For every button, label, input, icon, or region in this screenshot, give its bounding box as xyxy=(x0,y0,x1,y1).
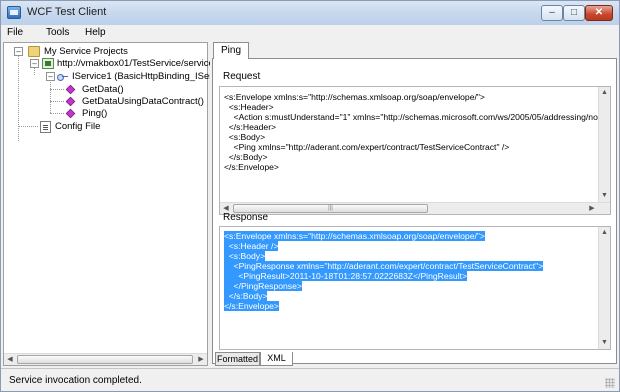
tree-connector xyxy=(50,89,64,90)
close-icon: ✕ xyxy=(594,7,604,18)
scroll-thumb[interactable] xyxy=(17,355,193,364)
service-tree[interactable]: – My Service Projects – http://vmakbox01… xyxy=(3,42,229,366)
request-horizontal-scrollbar[interactable]: ◀ ||| ▶ xyxy=(220,202,610,214)
response-xml-line: </s:Envelope> xyxy=(224,301,279,311)
tree-connector xyxy=(50,101,64,102)
scroll-down-icon[interactable]: ▼ xyxy=(599,190,610,202)
tree-label: Ping() xyxy=(82,108,108,119)
app-window: WCF Test Client – □ ✕ File Tools Help – … xyxy=(0,0,620,392)
minimize-button[interactable]: – xyxy=(541,5,563,21)
title-bar[interactable]: WCF Test Client – □ ✕ xyxy=(1,1,619,25)
tree-horizontal-scrollbar[interactable]: ◀ ▶ xyxy=(4,353,207,365)
tree-label: Config File xyxy=(55,121,101,132)
request-xml-line: <s:Envelope xmlns:s="http://schemas.xmls… xyxy=(224,92,485,102)
scroll-down-icon[interactable]: ▼ xyxy=(599,337,610,349)
service-icon xyxy=(42,58,54,69)
tree-connector xyxy=(18,126,38,127)
selected-text: <s:Header /> xyxy=(224,241,279,251)
scroll-left-icon[interactable]: ◀ xyxy=(4,354,16,365)
ping-panel: Ping Request <s:Envelope xmlns:s="http:/… xyxy=(210,42,619,366)
resize-grip-icon[interactable] xyxy=(605,378,615,388)
collapse-icon[interactable]: – xyxy=(14,47,23,56)
selected-text: </s:Body> xyxy=(224,291,268,301)
response-xml-line: <PingResult>2011-10-18T01:28:57.0222683Z… xyxy=(224,271,468,281)
menu-tools[interactable]: Tools xyxy=(46,27,69,38)
tree-connector xyxy=(50,113,64,114)
request-xml-line: </s:Body> xyxy=(224,152,268,162)
status-bar: Service invocation completed. xyxy=(1,368,619,391)
menu-bar: File Tools Help xyxy=(1,25,619,42)
scroll-right-icon[interactable]: ▶ xyxy=(195,354,207,365)
menu-help[interactable]: Help xyxy=(85,27,106,38)
request-xml-line: <s:Header> xyxy=(224,102,274,112)
selected-text: </s:Envelope> xyxy=(224,301,279,311)
response-xml-line: </s:Body> xyxy=(224,291,268,301)
response-xml-line: </PingResponse> xyxy=(224,281,302,291)
tree-connector xyxy=(18,55,19,141)
folder-icon xyxy=(28,46,40,57)
request-vertical-scrollbar[interactable]: ▲ ▼ xyxy=(598,87,610,202)
selected-text: <s:Body> xyxy=(224,251,266,261)
response-xml-line: <PingResponse xmlns="http://aderant.com/… xyxy=(224,261,544,271)
close-button[interactable]: ✕ xyxy=(585,5,613,21)
config-file-icon xyxy=(40,121,51,133)
selected-text: <PingResponse xmlns="http://aderant.com/… xyxy=(224,261,544,271)
request-xml-box[interactable]: <s:Envelope xmlns:s="http://schemas.xmls… xyxy=(219,86,611,215)
tree-connector xyxy=(50,79,51,113)
interface-icon xyxy=(57,71,68,82)
tab-content: Request <s:Envelope xmlns:s="http://sche… xyxy=(212,58,617,364)
scroll-up-icon[interactable]: ▲ xyxy=(599,87,610,99)
method-icon xyxy=(65,96,76,107)
tree-connector xyxy=(34,67,35,75)
tab-xml[interactable]: XML xyxy=(260,352,293,366)
request-xml-line: <Action s:mustUnderstand="1" xmlns="http… xyxy=(224,112,608,122)
request-xml-line: <s:Body> xyxy=(224,132,266,142)
response-xml-line: <s:Body> xyxy=(224,251,266,261)
response-label: Response xyxy=(223,212,269,223)
request-xml-line: </s:Header> xyxy=(224,122,277,132)
selected-text: <s:Envelope xmlns:s="http://schemas.xmls… xyxy=(224,231,485,241)
window-title: WCF Test Client xyxy=(27,6,107,18)
scroll-right-icon[interactable]: ▶ xyxy=(586,203,598,214)
tree-label: IService1 (BasicHttpBinding_IService xyxy=(72,71,230,82)
status-text: Service invocation completed. xyxy=(9,375,142,386)
method-icon xyxy=(65,108,76,119)
method-icon xyxy=(65,84,76,95)
minimize-icon: – xyxy=(549,7,555,18)
menu-file[interactable]: File xyxy=(7,27,23,38)
response-xml-line: <s:Envelope xmlns:s="http://schemas.xmls… xyxy=(224,231,485,241)
request-xml-line: </s:Envelope> xyxy=(224,162,279,172)
maximize-icon: □ xyxy=(570,7,578,18)
response-xml-line: <s:Header /> xyxy=(224,241,279,251)
selected-text: </PingResponse> xyxy=(224,281,302,291)
scroll-up-icon[interactable]: ▲ xyxy=(599,227,610,239)
selected-text: <PingResult>2011-10-18T01:28:57.0222683Z… xyxy=(224,271,468,281)
request-xml-line: <Ping xmlns="http://aderant.com/expert/c… xyxy=(224,142,510,152)
tree-label: http://vmakbox01/TestService/service1.s xyxy=(57,58,227,69)
response-vertical-scrollbar[interactable]: ▲ ▼ xyxy=(598,227,610,349)
tab-ping[interactable]: Ping xyxy=(213,42,249,59)
collapse-icon[interactable]: – xyxy=(46,72,55,81)
tab-formatted[interactable]: Formatted xyxy=(215,352,260,366)
app-icon xyxy=(7,6,21,19)
response-xml-box[interactable]: <s:Envelope xmlns:s="http://schemas.xmls… xyxy=(219,226,611,350)
request-label: Request xyxy=(223,71,261,82)
collapse-icon[interactable]: – xyxy=(30,59,39,68)
maximize-button[interactable]: □ xyxy=(563,5,585,21)
